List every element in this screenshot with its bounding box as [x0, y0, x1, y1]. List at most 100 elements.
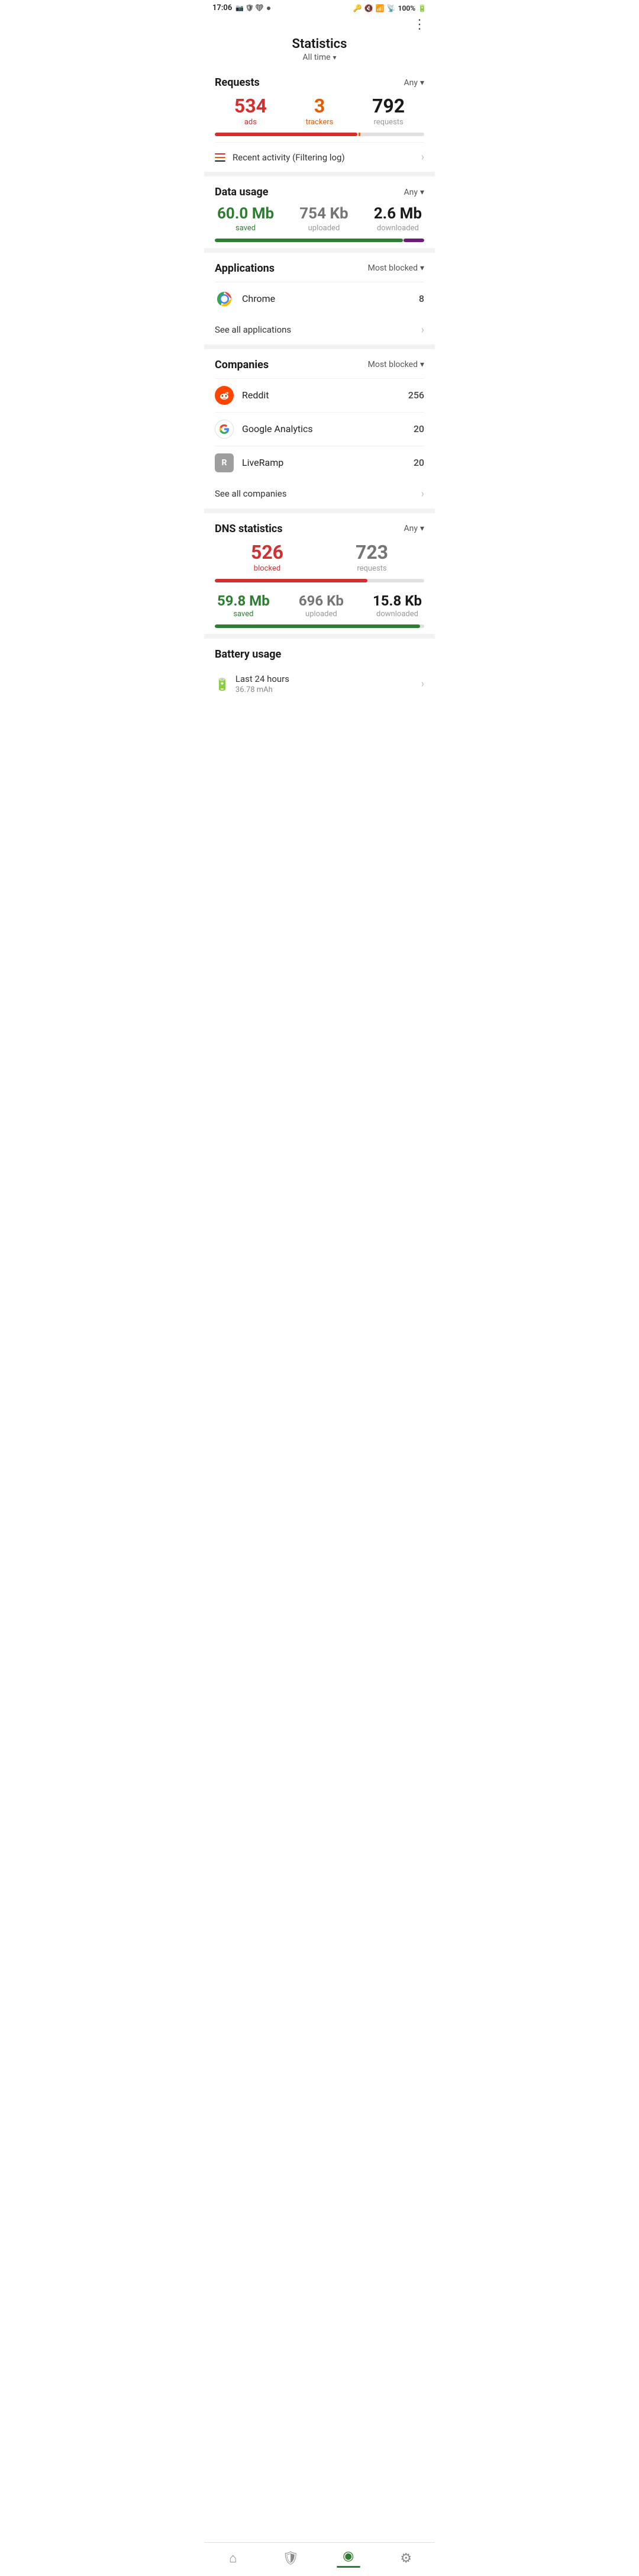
time-filter-label: All time: [302, 53, 330, 62]
total-requests-label: requests: [372, 118, 405, 127]
hamburger-line-1: [215, 153, 225, 154]
app-item-chrome: Chrome 8: [215, 282, 424, 315]
saved-label: saved: [217, 224, 274, 233]
dns-blocked-bar: [215, 579, 367, 582]
see-all-applications-chevron: ›: [421, 324, 424, 336]
dns-saved-label: saved: [217, 610, 270, 619]
dns-blocked-stat: 526 blocked: [251, 542, 283, 573]
company-item-google-analytics-left: Google Analytics: [215, 420, 313, 439]
nav-item-shield[interactable]: 🛡: [273, 2551, 308, 2566]
data-usage-saved-bar: [215, 239, 403, 242]
app-item-chrome-count: 8: [419, 293, 424, 304]
dns-requests-label: requests: [356, 564, 388, 573]
trackers-stat: 3 trackers: [306, 96, 334, 127]
bottom-nav: ⌂ 🛡 ◉ ⚙: [204, 2542, 435, 2576]
hamburger-line-3: [215, 160, 225, 162]
dns-saved-value: 59.8 Mb: [217, 593, 270, 608]
companies-filter-label: Most blocked: [368, 360, 418, 369]
bottom-spacer: [204, 706, 435, 754]
saved-stat: 60.0 Mb saved: [217, 205, 274, 233]
see-all-companies-row[interactable]: See all companies ›: [215, 479, 424, 503]
applications-filter-label: Most blocked: [368, 263, 418, 273]
see-all-companies-label: See all companies: [215, 488, 286, 499]
page-title: Statistics: [204, 37, 435, 51]
data-usage-progress-bar: [215, 239, 424, 242]
nav-item-home[interactable]: ⌂: [215, 2551, 251, 2566]
activity-label: Recent activity (Filtering log): [233, 152, 345, 163]
data-usage-filter-label: Any: [404, 188, 418, 197]
company-item-google-analytics: Google Analytics 20: [215, 412, 424, 446]
shield-icon: 🛡: [282, 2551, 299, 2566]
company-item-reddit-label: Reddit: [242, 389, 269, 401]
status-mute-icon: 🔇: [364, 4, 373, 12]
companies-filter-chevron: ▾: [420, 360, 424, 369]
downloaded-stat: 2.6 Mb downloaded: [374, 205, 422, 233]
status-bar-right: 🔑 🔇 📶 📡 100% 🔋: [353, 4, 427, 12]
data-usage-remainder-bar: [404, 239, 424, 242]
companies-filter-button[interactable]: Most blocked ▾: [368, 360, 424, 369]
hamburger-line-2: [215, 157, 225, 158]
status-key-icon: 🔑: [353, 4, 362, 12]
companies-header: Companies Most blocked ▾: [215, 359, 424, 371]
battery-header: Battery usage: [215, 648, 424, 661]
company-item-liveramp: R LiveRamp 20: [215, 446, 424, 479]
filter-log-icon: [215, 153, 225, 162]
battery-row[interactable]: 🔋 Last 24 hours 36.78 mAh ›: [215, 668, 424, 700]
battery-device-icon: 🔋: [215, 677, 230, 691]
time-filter-button[interactable]: All time ▾: [204, 53, 435, 62]
data-usage-filter-button[interactable]: Any ▾: [404, 188, 424, 197]
see-all-applications-row[interactable]: See all applications ›: [215, 315, 424, 339]
see-all-companies-chevron: ›: [421, 488, 424, 500]
dns-blocked-progress-bar: [215, 579, 424, 582]
recent-activity-row[interactable]: Recent activity (Filtering log) ›: [204, 143, 435, 172]
app-item-chrome-left: Chrome: [215, 289, 275, 308]
company-item-liveramp-left: R LiveRamp: [215, 453, 283, 472]
status-wifi-icon: 📶: [376, 4, 385, 12]
dns-stats-filter-chevron: ▾: [420, 524, 424, 533]
company-item-liveramp-label: LiveRamp: [242, 457, 283, 468]
activity-row-left: Recent activity (Filtering log): [215, 152, 345, 163]
nav-item-settings[interactable]: ⚙: [388, 2551, 424, 2566]
applications-filter-chevron: ▾: [420, 263, 424, 273]
total-requests-stat: 792 requests: [372, 96, 405, 127]
menu-button[interactable]: ⋮: [413, 17, 427, 32]
dns-stats-header: DNS statistics Any ▾: [215, 523, 424, 535]
uploaded-value: 754 Kb: [299, 205, 348, 223]
dns-saved-stat: 59.8 Mb saved: [217, 593, 270, 619]
top-bar: ⋮: [204, 15, 435, 33]
uploaded-label: uploaded: [299, 224, 348, 233]
status-bar: 17:06 📷 🛡 ❤ 🔑 🔇 📶 📡 100% 🔋: [204, 0, 435, 15]
company-item-liveramp-count: 20: [414, 457, 424, 468]
dns-downloaded-value: 15.8 Kb: [373, 593, 422, 608]
uploaded-stat: 754 Kb uploaded: [299, 205, 348, 233]
applications-section: Applications Most blocked ▾ Chrome 8: [204, 253, 435, 344]
activity-chevron: ›: [421, 151, 424, 163]
dns-data-usage: 59.8 Mb saved 696 Kb uploaded 15.8 Kb do…: [215, 593, 424, 628]
section-divider-4: [204, 508, 435, 513]
status-bar-left: 17:06 📷 🛡 ❤: [212, 4, 270, 12]
home-icon: ⌂: [229, 2551, 237, 2566]
nav-item-statistics[interactable]: ◉: [331, 2549, 366, 2568]
battery-title: Battery usage: [215, 648, 281, 661]
dns-stats-filter-button[interactable]: Any ▾: [404, 524, 424, 533]
companies-section: Companies Most blocked ▾: [204, 349, 435, 508]
status-battery-icon: 🔋: [418, 4, 427, 12]
company-item-google-analytics-count: 20: [414, 423, 424, 434]
section-divider-2: [204, 248, 435, 253]
dns-blocked-label: blocked: [251, 564, 283, 573]
ads-value: 534: [234, 96, 267, 117]
battery-section: Battery usage 🔋 Last 24 hours 36.78 mAh …: [204, 639, 435, 706]
data-usage-stats: 60.0 Mb saved 754 Kb uploaded 2.6 Mb dow…: [215, 205, 424, 233]
dns-downloaded-stat: 15.8 Kb downloaded: [373, 593, 422, 619]
dns-uploaded-stat: 696 Kb uploaded: [299, 593, 344, 619]
battery-info: Last 24 hours 36.78 mAh: [235, 674, 289, 694]
requests-section: Requests Any ▾ 534 ads 3 trackers 792 re…: [204, 67, 435, 142]
battery-row-value: 36.78 mAh: [235, 685, 289, 694]
dns-blocked-value: 526: [251, 542, 283, 563]
chart-icon: ◉: [343, 2549, 354, 2564]
page-header: Statistics All time ▾: [204, 33, 435, 67]
company-item-reddit: Reddit 256: [215, 378, 424, 412]
downloaded-value: 2.6 Mb: [374, 205, 422, 223]
requests-filter-button[interactable]: Any ▾: [404, 78, 424, 88]
applications-filter-button[interactable]: Most blocked ▾: [368, 263, 424, 273]
